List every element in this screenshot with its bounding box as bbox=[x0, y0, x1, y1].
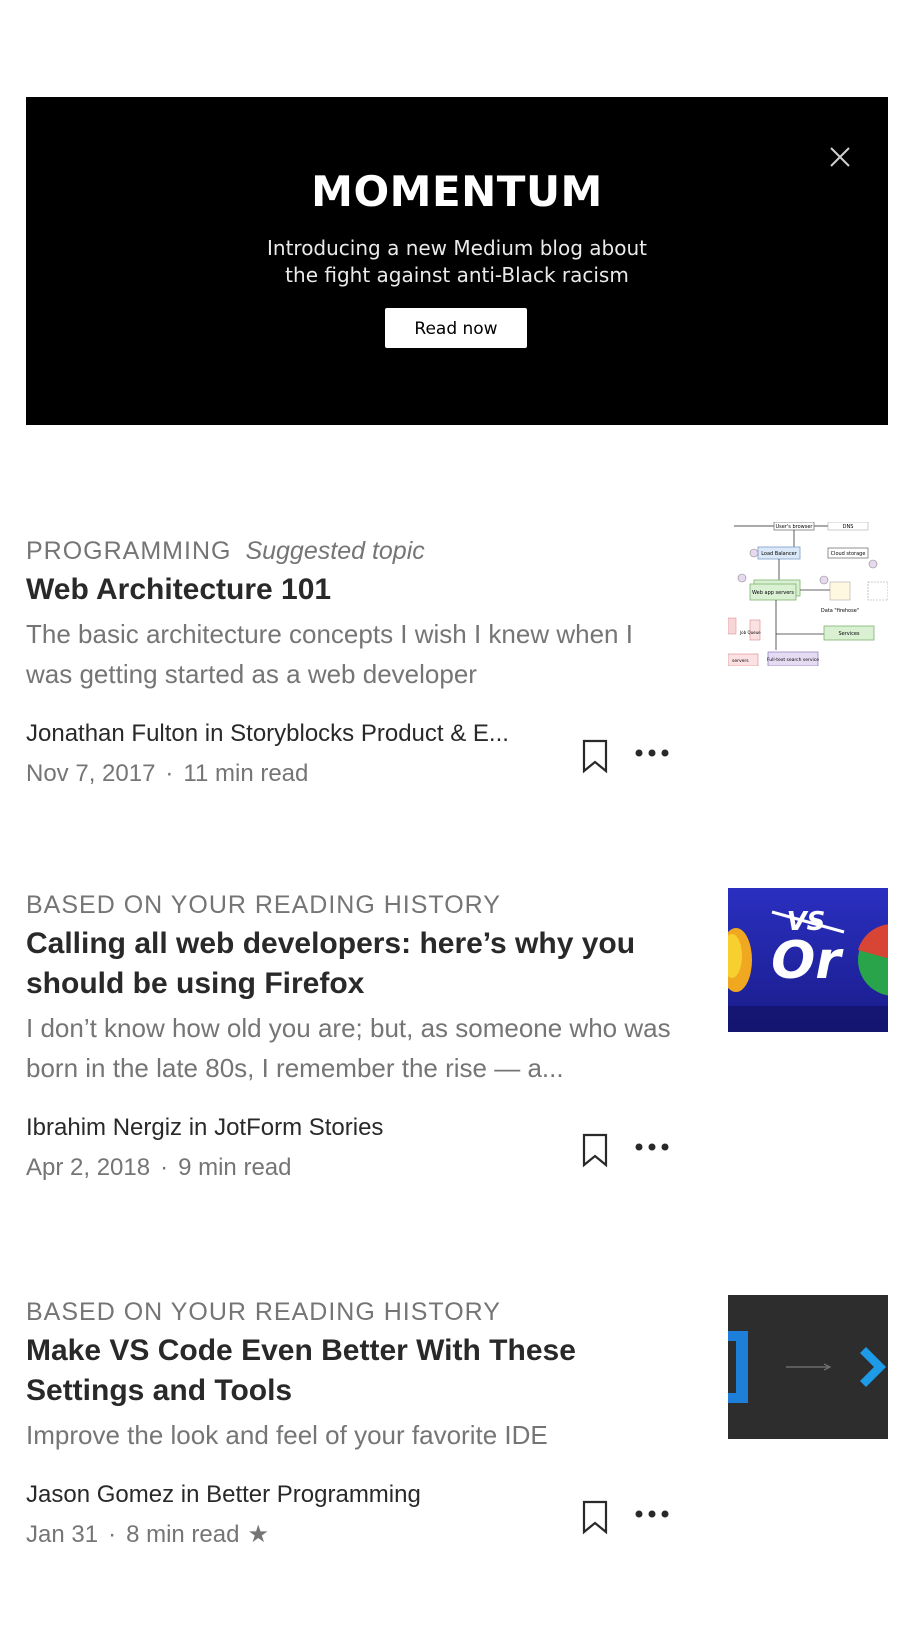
thumb-text: Data "firehose" bbox=[821, 608, 859, 614]
article-meta: Jason Gomez in Better Programming Jan 31… bbox=[26, 1479, 676, 1559]
banner-subtitle-line2: the fight against anti-Black racism bbox=[285, 263, 629, 287]
kicker-label: PROGRAMMING bbox=[26, 537, 232, 565]
article-thumbnail-vscode-logo[interactable] bbox=[728, 1295, 888, 1439]
article-headline[interactable]: Make VS Code Even Better With These Sett… bbox=[26, 1331, 676, 1411]
article-author[interactable]: Ibrahim Nergiz in JotForm Stories bbox=[26, 1112, 566, 1144]
bookmark-icon[interactable] bbox=[581, 1499, 609, 1535]
bookmark-icon[interactable] bbox=[581, 738, 609, 774]
article-date-line: Apr 2, 2018 · 9 min read bbox=[26, 1154, 292, 1181]
article-thumbnail-vs-or-browsers[interactable]: VS Or bbox=[728, 888, 888, 1032]
thumb-text: Cloud storage bbox=[831, 551, 866, 557]
banner-subtitle: Introducing a new Medium blog about the … bbox=[26, 235, 888, 289]
architecture-diagram-image: User's browser DNS Load Balancer Cloud s… bbox=[728, 522, 888, 666]
momentum-banner: MOMENTUM Introducing a new Medium blog a… bbox=[26, 97, 888, 425]
bookmark-icon[interactable] bbox=[581, 1132, 609, 1168]
article-read-time: 8 min read bbox=[126, 1521, 240, 1548]
article-read-time: 11 min read bbox=[183, 760, 309, 787]
thumb-text: Web app servers bbox=[752, 590, 794, 596]
article-headline[interactable]: Calling all web developers: here’s why y… bbox=[26, 924, 676, 1004]
banner-subtitle-line1: Introducing a new Medium blog about bbox=[267, 236, 647, 260]
banner-title: MOMENTUM bbox=[311, 167, 603, 216]
article-thumbnail-architecture-diagram[interactable]: User's browser DNS Load Balancer Cloud s… bbox=[728, 522, 888, 666]
thumb-text: Full-text search service bbox=[767, 657, 819, 663]
more-options-icon[interactable] bbox=[634, 1507, 670, 1521]
thumb-text: User's browser bbox=[776, 524, 814, 530]
article-author[interactable]: Jonathan Fulton in Storyblocks Product &… bbox=[26, 718, 566, 750]
article-date: Jan 31 bbox=[26, 1521, 99, 1548]
article-author[interactable]: Jason Gomez in Better Programming bbox=[26, 1479, 566, 1511]
more-options-icon[interactable] bbox=[634, 746, 670, 760]
article-headline[interactable]: Web Architecture 101 bbox=[26, 570, 676, 610]
thumb-text: Load Balancer bbox=[761, 551, 798, 557]
vscode-logo-image bbox=[728, 1295, 888, 1439]
article-date: Nov 7, 2017 bbox=[26, 760, 156, 787]
thumb-text: Services bbox=[838, 631, 859, 637]
thumb-text: DNS bbox=[843, 524, 854, 530]
article-date-line: Nov 7, 2017 · 11 min read bbox=[26, 760, 309, 787]
article-description[interactable]: The basic architecture concepts I wish I… bbox=[26, 614, 676, 694]
article-meta: Jonathan Fulton in Storyblocks Product &… bbox=[26, 718, 676, 798]
member-star-icon: ★ bbox=[247, 1521, 269, 1548]
article-read-time: 9 min read bbox=[178, 1154, 292, 1181]
vs-or-browsers-image: VS Or bbox=[728, 888, 888, 1032]
article-date: Apr 2, 2018 bbox=[26, 1154, 151, 1181]
more-options-icon[interactable] bbox=[634, 1140, 670, 1154]
article-description[interactable]: Improve the look and feel of your favori… bbox=[26, 1415, 676, 1455]
close-icon[interactable] bbox=[828, 145, 852, 169]
thumb-text: Job Queue bbox=[739, 630, 761, 635]
read-now-button[interactable]: Read now bbox=[385, 308, 527, 348]
article-meta: Ibrahim Nergiz in JotForm Stories Apr 2,… bbox=[26, 1112, 676, 1192]
article-date-line: Jan 31 · 8 min read ★ bbox=[26, 1521, 269, 1548]
thumb-text: Or bbox=[771, 931, 844, 991]
thumb-text: servers bbox=[732, 658, 749, 664]
article-description[interactable]: I don’t know how old you are; but, as so… bbox=[26, 1008, 676, 1088]
suggested-topic-note: Suggested topic bbox=[245, 537, 425, 565]
